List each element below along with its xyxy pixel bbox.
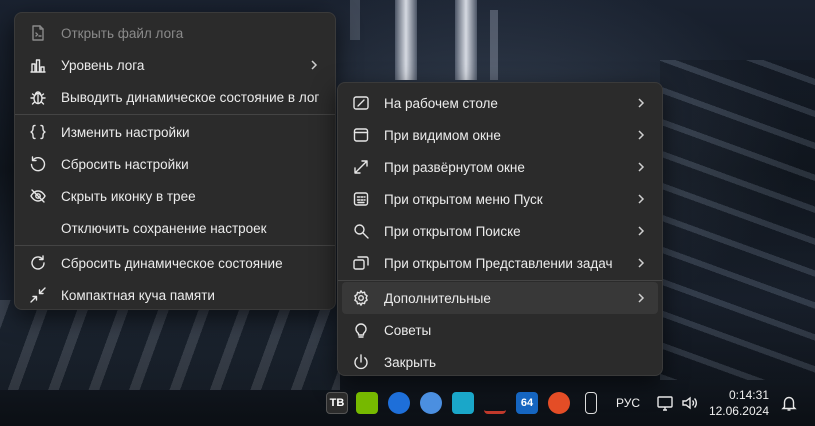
menu-item-reset-dynamic-state[interactable]: Сбросить динамическое состояние: [19, 247, 331, 279]
volume-icon[interactable]: [678, 392, 700, 414]
chevron-right-icon: [634, 224, 648, 238]
menu-item-label: При развёрнутом окне: [384, 159, 525, 175]
usb-icon[interactable]: [585, 392, 597, 414]
menu-item-hide-tray-icon[interactable]: Скрыть иконку в трее: [19, 180, 331, 212]
window-icon: [352, 126, 370, 144]
menu-item-start-menu-open[interactable]: При открытом меню Пуск: [342, 183, 658, 215]
menu-item-disable-settings-saving[interactable]: Отключить сохранение настроек: [19, 212, 331, 244]
menu-item-label: Сбросить настройки: [61, 156, 189, 172]
maximize-icon: [352, 158, 370, 176]
menu-item-advanced[interactable]: Дополнительные: [342, 282, 658, 314]
chevron-right-icon: [634, 291, 648, 305]
monitor-app-icon[interactable]: [452, 392, 474, 414]
search-icon: [352, 222, 370, 240]
nvidia-icon[interactable]: [356, 392, 378, 414]
language-indicator[interactable]: РУС: [616, 396, 640, 410]
menu-separator: [15, 114, 335, 115]
menu-item-maximized-window[interactable]: При развёрнутом окне: [342, 151, 658, 183]
menu-item-label: Сбросить динамическое состояние: [61, 255, 283, 271]
bar-chart-icon: [29, 56, 47, 74]
chevron-right-icon: [634, 96, 648, 110]
lightbulb-icon: [352, 321, 370, 339]
menu-item-label: При видимом окне: [384, 127, 501, 143]
start-menu-icon: [352, 190, 370, 208]
reset-icon: [29, 155, 47, 173]
menu-item-visible-window[interactable]: При видимом окне: [342, 119, 658, 151]
notification-bell-icon[interactable]: [778, 392, 800, 414]
menu-item-label: Дополнительные: [384, 290, 491, 306]
appearance-context-menu: На рабочем столе При видимом окне При ра…: [337, 82, 663, 376]
menu-item-label: Выводить динамическое состояние в лог: [61, 89, 320, 105]
menu-item-log-level[interactable]: Уровень лога: [19, 49, 331, 81]
tray-context-menu: Открыть файл лога Уровень лога Выводить …: [14, 12, 336, 310]
menu-item-reset-settings[interactable]: Сбросить настройки: [19, 148, 331, 180]
arrows-app-icon[interactable]: [484, 392, 506, 414]
desktop-icon: [352, 94, 370, 112]
menu-item-label: При открытом Представлении задач: [384, 255, 613, 271]
eye-off-icon: [29, 187, 47, 205]
task-view-icon: [352, 254, 370, 272]
chevron-right-icon: [634, 192, 648, 206]
menu-item-label: На рабочем столе: [384, 95, 498, 111]
menu-item-dump-dynamic-state[interactable]: Выводить динамическое состояние в лог: [19, 81, 331, 113]
menu-item-label: При открытом Поиске: [384, 223, 521, 239]
menu-item-close[interactable]: Закрыть: [342, 346, 658, 378]
menu-separator: [15, 245, 335, 246]
menu-item-tips[interactable]: Советы: [342, 314, 658, 346]
menu-item-label: Скрыть иконку в трее: [61, 188, 196, 204]
chevron-right-icon: [634, 256, 648, 270]
menu-item-search-open[interactable]: При открытом Поиске: [342, 215, 658, 247]
clock-date: 12.06.2024: [708, 404, 769, 418]
menu-item-compact-heap[interactable]: Компактная куча памяти: [19, 279, 331, 311]
menu-item-label: Советы: [384, 322, 432, 338]
menu-separator: [338, 280, 662, 281]
bug-icon: [29, 88, 47, 106]
menu-item-open-log-file[interactable]: Открыть файл лога: [19, 17, 331, 49]
menu-item-label: Открыть файл лога: [61, 25, 184, 41]
compress-icon: [29, 286, 47, 304]
network-app-icon[interactable]: [388, 392, 410, 414]
braces-icon: [29, 123, 47, 141]
clock-time: 0:14:31: [728, 388, 769, 402]
aida64-icon[interactable]: 64: [516, 392, 538, 414]
chevron-right-icon: [634, 128, 648, 142]
file-log-icon: [29, 24, 47, 42]
menu-item-label: Отключить сохранение настроек: [61, 220, 267, 236]
taskbar-system-tray: TB 64 РУС 0:14:31 12.06.2024: [320, 384, 815, 426]
menu-item-task-view-open[interactable]: При открытом Представлении задач: [342, 247, 658, 279]
globe-app-icon[interactable]: [420, 392, 442, 414]
gear-icon: [352, 289, 370, 307]
menu-item-label: Уровень лога: [61, 57, 145, 73]
power-icon: [352, 353, 370, 371]
menu-item-label: Изменить настройки: [61, 124, 190, 140]
menu-item-on-desktop[interactable]: На рабочем столе: [342, 87, 658, 119]
refresh-icon: [29, 254, 47, 272]
menu-item-label: Закрыть: [384, 354, 436, 370]
display-icon[interactable]: [654, 392, 676, 414]
clock[interactable]: 0:14:31 12.06.2024: [705, 387, 769, 419]
pinwheel-app-icon[interactable]: [548, 392, 570, 414]
menu-item-edit-settings[interactable]: Изменить настройки: [19, 116, 331, 148]
tb-app-icon[interactable]: TB: [326, 392, 348, 414]
menu-item-label: Компактная куча памяти: [61, 287, 215, 303]
chevron-right-icon: [307, 58, 321, 72]
chevron-right-icon: [634, 160, 648, 174]
menu-item-label: При открытом меню Пуск: [384, 191, 543, 207]
